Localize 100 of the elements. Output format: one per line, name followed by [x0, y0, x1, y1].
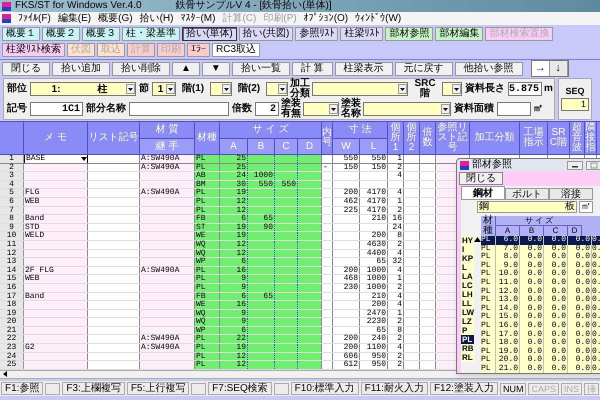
table-row[interactable]: PL 9.0 0.0 0.0 0.0 0.	[481, 262, 600, 270]
select-field[interactable]	[266, 82, 288, 96]
toolbar-button[interactable]: 拾い(共図)	[238, 27, 294, 41]
menu-item[interactable]: 概要(G)	[98, 14, 133, 24]
input-field[interactable]: 1C1	[30, 102, 83, 116]
tab[interactable]: 鋼材	[461, 186, 505, 200]
select-field[interactable]	[442, 82, 462, 96]
list-item[interactable]: RL	[461, 353, 474, 362]
column-header: 倍数	[420, 122, 436, 154]
toolbar-button[interactable]: 概要１	[2, 27, 40, 41]
memo-dropdown[interactable]: BASE	[24, 155, 88, 163]
toolbar-button[interactable]: 参照ﾘｽﾄ	[295, 27, 338, 41]
table-row[interactable]: PL 21.0 0.0 0.0 0.0 0.	[481, 364, 600, 373]
close-button[interactable]: 閉じる	[459, 172, 503, 185]
toolbar-button[interactable]: 概要２	[42, 27, 80, 41]
field-label: 加工分類	[290, 79, 310, 99]
table-cell: FB	[195, 292, 220, 300]
input-field[interactable]	[129, 102, 229, 116]
action-button[interactable]: 閉じる	[2, 62, 50, 76]
input-field[interactable]: 1	[561, 98, 589, 111]
toolbar-button[interactable]: 概要３	[82, 27, 120, 41]
table-cell: PL	[195, 155, 220, 163]
row-number: 1	[0, 155, 24, 163]
action-button[interactable]: ▼	[202, 62, 230, 76]
direction-button[interactable]: ↓	[550, 61, 568, 76]
select-field[interactable]	[363, 102, 451, 116]
toolbar-button[interactable]: 拾い(単体)	[182, 27, 237, 41]
select-field[interactable]	[210, 82, 232, 96]
table-row[interactable]: PL 6.0 0.0 0.0 0.0 0.	[481, 236, 600, 245]
toolbar-button[interactable]: 部材編集	[435, 27, 484, 41]
select-field[interactable]	[312, 82, 408, 96]
table-row[interactable]: PL 8.0 0.0 0.0 0.0 0.	[481, 253, 600, 262]
table-cell	[24, 335, 88, 344]
table-row[interactable]: PL 16.0 0.0 0.0 0.0 0.	[481, 322, 600, 331]
list-item[interactable]: LC	[461, 281, 474, 290]
menu-item[interactable]: ｳｨﾝﾄﾞｳ(W)	[355, 14, 402, 24]
list-item[interactable]: KP	[461, 254, 474, 263]
table-row[interactable]: PL 12.0 0.0 0.0 0.0 0.	[481, 288, 600, 296]
table-row[interactable]: PL 20.0 0.0 0.0 0.0 0.	[481, 356, 600, 365]
tab[interactable]: ボルト	[505, 188, 549, 200]
table-cell: PL	[195, 189, 220, 197]
toolbar-button[interactable]: ｴﾗｰ	[187, 43, 210, 57]
table-row[interactable]: PL 19.0 0.0 0.0 0.0 0.	[481, 348, 600, 356]
select-field[interactable]: 1: 柱	[30, 82, 136, 96]
list-item[interactable]: LZ	[461, 317, 474, 326]
status-key: F7:SEQ検索	[208, 382, 272, 395]
action-button[interactable]: 柱梁表示	[334, 62, 393, 76]
table-cell: 9	[220, 275, 248, 283]
scroll-left-icon[interactable]	[3, 371, 7, 378]
action-button[interactable]: 拾い一覧	[232, 62, 290, 76]
action-button[interactable]: 元に戻す	[394, 62, 453, 76]
toolbar-button[interactable]: 柱梁ﾘｽﾄ	[340, 27, 384, 41]
select-field[interactable]	[303, 102, 339, 116]
menu-item[interactable]: 拾い(H)	[140, 14, 174, 24]
list-item[interactable]: LA	[461, 272, 474, 281]
tab[interactable]: 溶接	[549, 188, 593, 200]
toolbar-button[interactable]: 部材参照	[385, 27, 434, 41]
input-field[interactable]: 2	[255, 102, 279, 116]
minimize-icon[interactable]	[567, 160, 583, 170]
list-item[interactable]: RB	[461, 344, 474, 353]
table-row[interactable]: PL 11.0 0.0 0.0 0.0 0.	[481, 278, 600, 288]
table-row[interactable]: PL 10.0 0.0 0.0 0.0 0.	[481, 270, 600, 279]
scroll-up-icon[interactable]	[474, 236, 481, 242]
table-row[interactable]: PL 18.0 0.0 0.0 0.0 0.	[481, 339, 600, 348]
menu-item[interactable]: ｵﾌﾟｼｮﾝ(O)	[304, 14, 348, 24]
list-item[interactable]: P	[461, 326, 474, 335]
app-icon	[2, 14, 11, 23]
search-field[interactable]: 鋼 板	[477, 201, 577, 213]
toolbar-button[interactable]: 柱梁ﾘｽﾄ検索	[2, 43, 65, 57]
table-cell: 0.0	[544, 364, 568, 373]
input-field[interactable]	[497, 102, 531, 116]
action-button[interactable]: 拾い追加	[52, 62, 110, 76]
column-header: D	[298, 139, 322, 154]
list-item[interactable]: HY	[461, 236, 474, 245]
toolbar-button[interactable]: RC3取込	[212, 43, 260, 57]
list-item[interactable]: L	[461, 263, 474, 272]
action-button[interactable]: 拾い削除	[112, 62, 170, 76]
list-item[interactable]: LW	[461, 308, 474, 317]
table-row[interactable]: PL 17.0 0.0 0.0 0.0 0.	[481, 330, 600, 340]
field-label: SRC階	[413, 79, 437, 99]
select-field[interactable]: 1	[152, 82, 176, 96]
list-item[interactable]: LL	[461, 299, 474, 308]
action-button[interactable]: 他拾い参照	[454, 62, 523, 76]
table-cell: ST	[195, 224, 220, 232]
input-field[interactable]: 5.875	[508, 82, 542, 96]
table-row[interactable]: PL 7.0 0.0 0.0 0.0 0.	[481, 244, 600, 254]
list-item[interactable]: LH	[461, 290, 474, 299]
field-label: 資料長さ	[464, 84, 506, 94]
menu-item[interactable]: ﾏｽﾀｰ(M)	[180, 14, 216, 24]
action-button[interactable]: ▲	[172, 62, 200, 76]
action-button[interactable]: 計 算	[292, 62, 333, 76]
field-label: SEQ	[565, 87, 584, 96]
table-row[interactable]: PL 13.0 0.0 0.0 0.0 0.	[481, 296, 600, 305]
menu-item[interactable]: ﾌｧｲﾙ(F)	[18, 14, 51, 24]
list-item[interactable]: PL	[461, 335, 474, 344]
table-row[interactable]: PL 14.0 0.0 0.0 0.0 0.	[481, 304, 600, 314]
table-row[interactable]: PL 15.0 0.0 0.0 0.0 0.	[481, 313, 600, 322]
list-item[interactable]: I	[461, 245, 474, 254]
menu-item[interactable]: 編集(E)	[58, 14, 92, 24]
toolbar-button[interactable]: 柱・梁基準	[122, 27, 180, 41]
